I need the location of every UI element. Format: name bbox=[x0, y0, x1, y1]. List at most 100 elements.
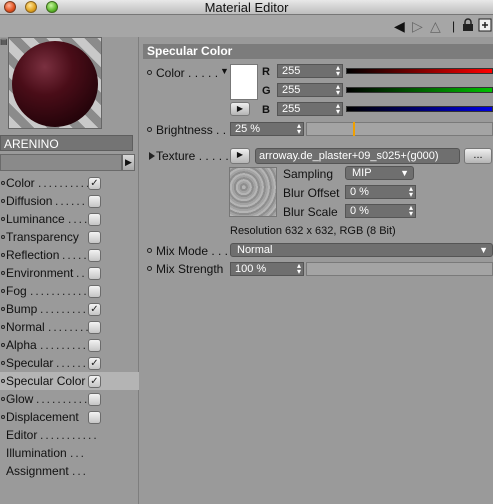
channel-item[interactable]: Diffusion....... bbox=[0, 192, 139, 210]
checkbox-icon[interactable] bbox=[88, 321, 101, 334]
blur-offset-field[interactable]: 0 % ▴ ▾ bbox=[345, 185, 416, 199]
lock-icon[interactable] bbox=[462, 18, 474, 35]
channel-label: Specular bbox=[6, 356, 54, 370]
mix-mode-value: Normal bbox=[237, 244, 273, 256]
channel-item[interactable]: Assignment... bbox=[0, 462, 139, 480]
channel-item[interactable]: Specular....... ✓ bbox=[0, 354, 139, 372]
b-value-field[interactable]: 255 ▴ ▾ bbox=[277, 102, 343, 116]
channel-dot-icon bbox=[1, 289, 5, 293]
channel-dot-icon bbox=[1, 217, 5, 221]
preview-menu-icon[interactable]: ▤ bbox=[0, 37, 8, 51]
chevron-right-icon[interactable]: ▶ bbox=[122, 154, 135, 171]
chevron-down-icon: ▼ bbox=[400, 168, 409, 178]
channel-item[interactable]: Glow............ bbox=[0, 390, 139, 408]
b-slider[interactable] bbox=[346, 106, 493, 112]
leader-dots: .. bbox=[76, 266, 87, 280]
channel-item[interactable]: Color........... ✓ bbox=[0, 174, 139, 192]
checkbox-icon[interactable] bbox=[88, 267, 101, 280]
color-animate-dot[interactable] bbox=[147, 70, 152, 75]
g-label: G bbox=[262, 85, 271, 97]
brightness-value-field[interactable]: 25 % ▴ ▾ bbox=[230, 122, 304, 136]
chevron-down-icon[interactable]: ▼ bbox=[220, 64, 229, 78]
brightness-slider-handle[interactable] bbox=[353, 122, 355, 136]
channel-label: Editor bbox=[6, 428, 38, 442]
channel-item[interactable]: Specular Color ✓ bbox=[0, 372, 139, 390]
channel-item[interactable]: Illumination... bbox=[0, 444, 139, 462]
blur-offset-value: 0 % bbox=[350, 186, 369, 198]
checkbox-checked-icon[interactable]: ✓ bbox=[88, 375, 101, 388]
mix-strength-value: 100 % bbox=[235, 263, 267, 275]
channel-label: Reflection bbox=[6, 248, 60, 262]
texture-path-field[interactable]: arroway.de_plaster+09_s025+(g000) bbox=[255, 148, 460, 164]
channel-label: Glow bbox=[6, 392, 34, 406]
title-bar: Material Editor bbox=[0, 0, 493, 15]
checkbox-icon[interactable] bbox=[88, 213, 101, 226]
mix-strength-label: Mix Strength bbox=[156, 262, 224, 276]
checkbox-checked-icon[interactable]: ✓ bbox=[88, 357, 101, 370]
arrow-up-icon[interactable]: △ bbox=[430, 18, 441, 34]
texture-thumbnail[interactable] bbox=[229, 167, 277, 217]
channel-item[interactable]: Environment.. bbox=[0, 264, 139, 282]
separator-icon: | bbox=[452, 19, 456, 33]
r-slider[interactable] bbox=[346, 68, 493, 74]
channel-item[interactable]: Editor........... bbox=[0, 426, 139, 444]
arrow-right-icon[interactable]: ▷ bbox=[412, 18, 423, 34]
g-value-field[interactable]: 255 ▴ ▾ bbox=[277, 83, 343, 97]
leader-dots: ....... bbox=[55, 194, 93, 208]
checkbox-icon[interactable] bbox=[88, 393, 101, 406]
channel-item[interactable]: Luminance.... bbox=[0, 210, 139, 228]
texture-menu-button[interactable]: ▶ bbox=[230, 148, 250, 164]
texture-browse-button[interactable]: ... bbox=[464, 148, 492, 164]
mix-mode-animate-dot[interactable] bbox=[147, 248, 152, 253]
checkbox-icon[interactable] bbox=[88, 285, 101, 298]
color-picker-button[interactable]: ▶ bbox=[230, 102, 250, 116]
checkbox-icon[interactable] bbox=[88, 195, 101, 208]
r-value-field[interactable]: 255 ▴ ▾ bbox=[277, 64, 343, 78]
new-panel-icon[interactable] bbox=[478, 18, 492, 35]
channel-label: Specular Color bbox=[6, 374, 86, 388]
mix-strength-field[interactable]: 100 % ▴ ▾ bbox=[230, 262, 304, 276]
sampling-dropdown[interactable]: MIP ▼ bbox=[345, 166, 414, 180]
channel-dot-icon bbox=[1, 181, 5, 185]
checkbox-checked-icon[interactable]: ✓ bbox=[88, 303, 101, 316]
channel-dot-icon bbox=[1, 343, 5, 347]
texture-label: Texture . . . . . bbox=[156, 149, 229, 163]
checkbox-icon[interactable] bbox=[88, 231, 101, 244]
channel-dot-icon bbox=[1, 397, 5, 401]
channel-item[interactable]: Reflection..... bbox=[0, 246, 139, 264]
g-value: 255 bbox=[282, 84, 301, 96]
sampling-label: Sampling bbox=[283, 167, 334, 181]
mix-mode-dropdown[interactable]: Normal ▼ bbox=[230, 243, 493, 257]
brightness-label: Brightness . . . bbox=[156, 123, 233, 137]
brightness-animate-dot[interactable] bbox=[147, 127, 152, 132]
sampling-value: MIP bbox=[352, 167, 372, 179]
chevron-down-icon: ▼ bbox=[479, 245, 488, 255]
brightness-value: 25 % bbox=[235, 123, 261, 135]
channel-item[interactable]: Alpha........... bbox=[0, 336, 139, 354]
channel-item[interactable]: Fog............. bbox=[0, 282, 139, 300]
channel-dot-icon bbox=[1, 325, 5, 329]
channel-label: Displacement bbox=[6, 410, 79, 424]
channel-item[interactable]: Normal......... bbox=[0, 318, 139, 336]
checkbox-icon[interactable] bbox=[88, 249, 101, 262]
g-slider[interactable] bbox=[346, 87, 493, 93]
checkbox-checked-icon[interactable]: ✓ bbox=[88, 177, 101, 190]
material-name[interactable]: ARENINO bbox=[0, 135, 133, 151]
color-swatch[interactable] bbox=[230, 64, 258, 100]
channel-item[interactable]: Transparency bbox=[0, 228, 139, 246]
blur-scale-value: 0 % bbox=[350, 205, 369, 217]
material-preview[interactable] bbox=[8, 37, 102, 129]
arrow-left-icon[interactable]: ◀ bbox=[394, 18, 405, 34]
checkbox-icon[interactable] bbox=[88, 339, 101, 352]
checkbox-icon[interactable] bbox=[88, 411, 101, 424]
mix-strength-slider[interactable] bbox=[306, 262, 493, 276]
channel-item[interactable]: Bump........... ✓ bbox=[0, 300, 139, 318]
mix-strength-animate-dot[interactable] bbox=[147, 266, 152, 271]
blur-scale-field[interactable]: 0 % ▴ ▾ bbox=[345, 204, 416, 218]
texture-expand-icon[interactable] bbox=[149, 152, 155, 160]
channel-item[interactable]: Displacement bbox=[0, 408, 139, 426]
properties-panel: Specular Color Color . . . . . ▼ R 255 ▴ ▾… bbox=[140, 37, 493, 504]
brightness-slider[interactable] bbox=[306, 122, 493, 136]
texture-resolution: Resolution 632 x 632, RGB (8 Bit) bbox=[230, 225, 396, 237]
b-label: B bbox=[262, 104, 270, 116]
